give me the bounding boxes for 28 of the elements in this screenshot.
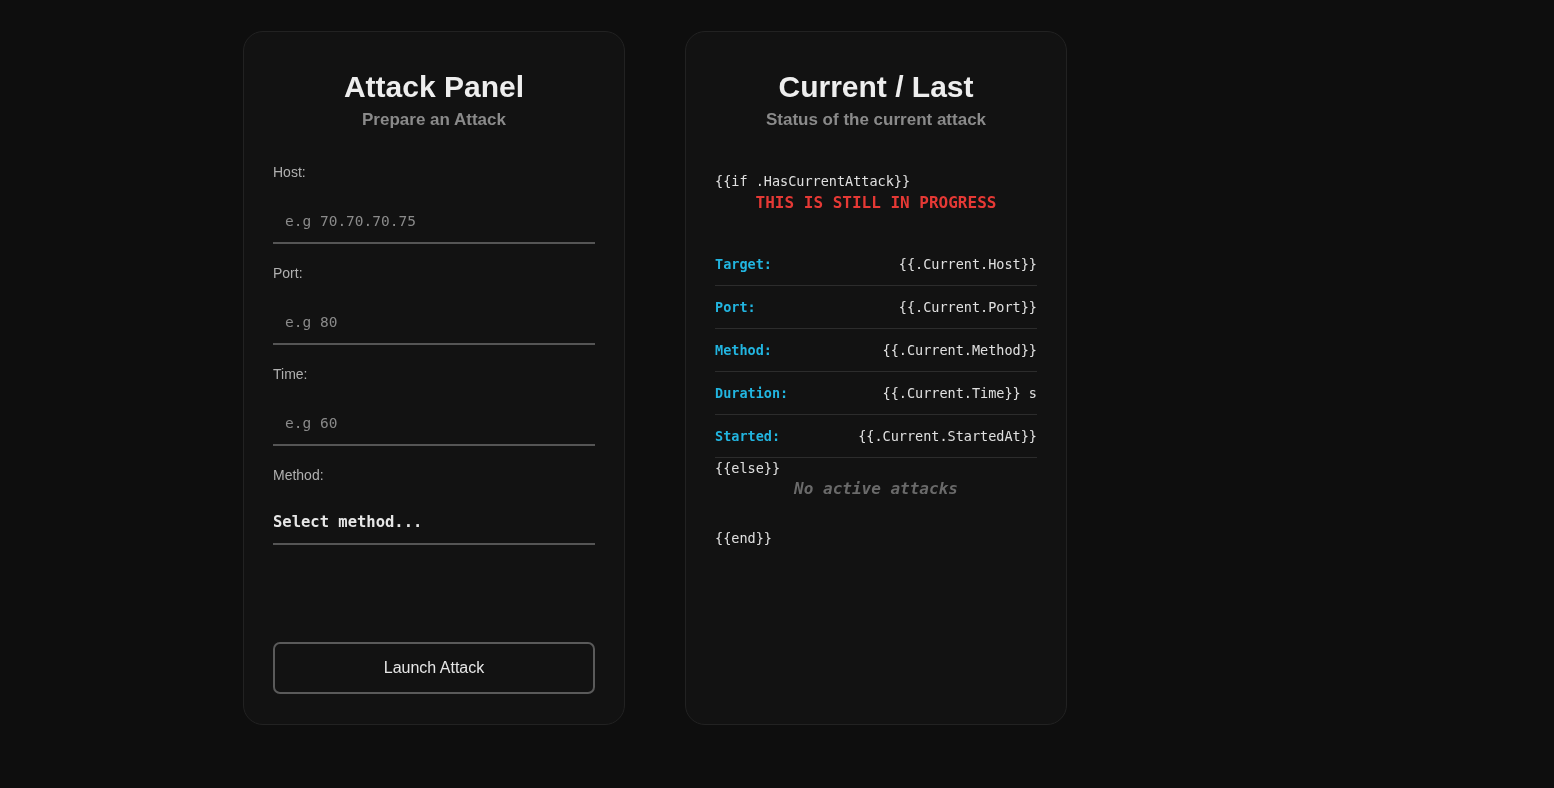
row-value: {{.Current.Time}} s: [882, 383, 1037, 403]
row-value: {{.Current.Port}}: [898, 297, 1037, 317]
panel-subtitle: Status of the current attack: [765, 109, 987, 131]
field-label: Method:: [273, 466, 325, 485]
row-value: {{.Current.StartedAt}}: [858, 426, 1037, 446]
input-field[interactable]: e.g 80: [273, 301, 595, 345]
row-label: Duration:: [715, 383, 789, 403]
row-label: Port:: [715, 297, 756, 317]
row-value: {{.Current.Method}}: [882, 340, 1037, 360]
input-field[interactable]: e.g 70.70.70.75: [273, 200, 595, 244]
template-tag: {{end}}: [715, 530, 772, 546]
input-field[interactable]: e.g 60: [273, 402, 595, 446]
row-label: Target:: [715, 254, 772, 274]
field-label: Host:: [273, 163, 307, 182]
field-label: Time:: [273, 365, 309, 384]
row-label: Method:: [715, 340, 772, 360]
row-value: {{.Current.Host}}: [898, 254, 1037, 274]
progress-message: THIS IS STILL IN PROGRESS: [755, 193, 997, 213]
panel-title: Current / Last: [778, 69, 974, 105]
template-tag: {{if .HasCurrentAttack}}: [715, 173, 911, 189]
row-label: Started:: [715, 426, 781, 446]
method-select[interactable]: Select method...: [273, 503, 595, 545]
launch-attack-button[interactable]: Launch Attack: [273, 642, 595, 694]
template-tag: {{else}}: [715, 460, 781, 476]
field-label: Port:: [273, 264, 304, 283]
empty-message: No active attacks: [794, 478, 958, 500]
panel-title: Attack Panel: [343, 69, 525, 105]
panel-subtitle: Prepare an Attack: [362, 109, 506, 131]
